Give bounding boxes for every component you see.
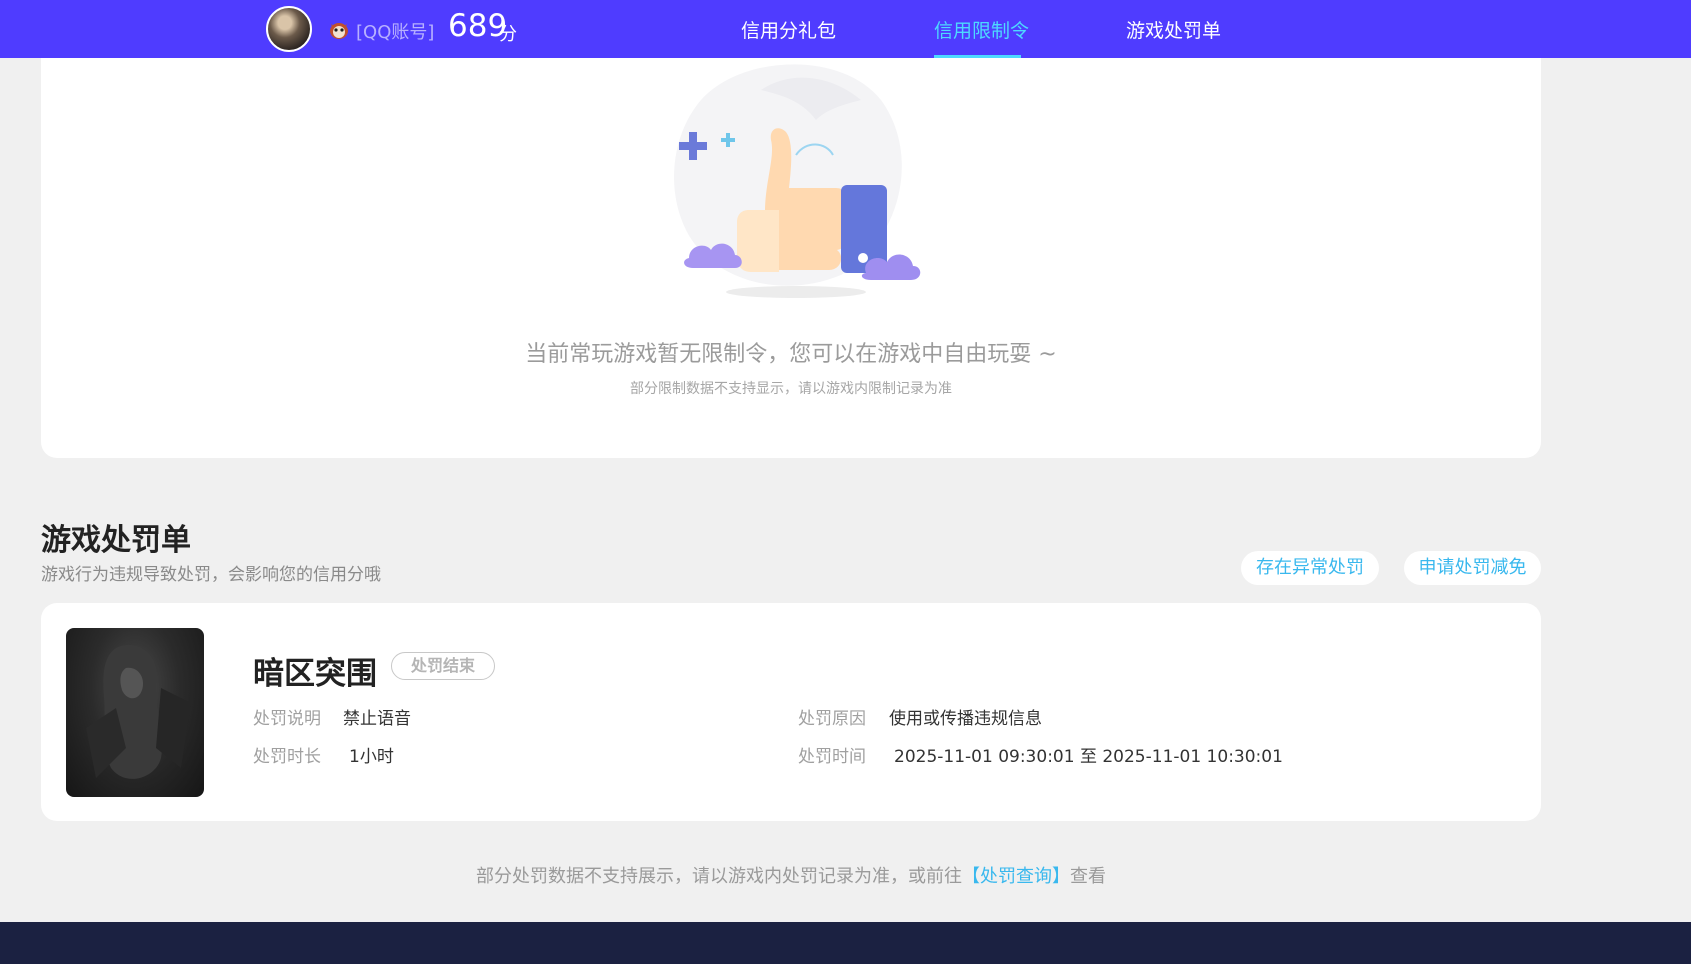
- penguin-icon: [330, 23, 348, 39]
- penalty-reason-label: 处罚原因: [798, 709, 866, 729]
- penalty-desc-label: 处罚说明: [253, 709, 321, 729]
- penalty-reason-value: 使用或传播违规信息: [889, 709, 1042, 729]
- penalty-desc-value: 禁止语音: [343, 709, 411, 729]
- thumbs-up-illustration: [674, 64, 921, 298]
- penalty-status-badge: 处罚结束: [391, 652, 495, 680]
- report-abnormal-penalty-button[interactable]: 存在异常处罚: [1241, 551, 1379, 585]
- penalty-duration-value: 1小时: [349, 747, 394, 767]
- penalty-time-value: 2025-11-01 09:30:01 至 2025-11-01 10:30:0…: [894, 747, 1283, 767]
- game-thumbnail: [66, 628, 204, 797]
- page-footer: [0, 922, 1691, 964]
- user-avatar[interactable]: [266, 6, 312, 52]
- penalty-duration-label: 处罚时长: [253, 747, 321, 767]
- account-type-label: [QQ账号]: [356, 22, 435, 43]
- no-restriction-message: 当前常玩游戏暂无限制令，您可以在游戏中自由玩耍 ~: [525, 342, 1057, 367]
- game-cover-art: [86, 644, 191, 779]
- penalty-section-subtitle: 游戏行为违规导致处罚，会影响您的信用分哦: [41, 565, 381, 585]
- credit-score-unit: 分: [499, 24, 517, 45]
- penalty-time-label: 处罚时间: [798, 747, 866, 767]
- game-name: 暗区突围: [253, 656, 377, 692]
- penalty-note-prefix: 部分处罚数据不支持展示，请以游戏内处罚记录为准，或前往: [476, 866, 962, 887]
- apply-penalty-reduction-button[interactable]: 申请处罚减免: [1404, 551, 1541, 585]
- tab-credit-restriction[interactable]: 信用限制令: [934, 16, 1029, 43]
- penalty-query-link[interactable]: 【处罚查询】: [962, 866, 1070, 887]
- active-tab-indicator: [934, 55, 1021, 58]
- penalty-section-title: 游戏处罚单: [41, 523, 191, 558]
- tab-credit-gift[interactable]: 信用分礼包: [741, 16, 836, 43]
- tab-game-penalty[interactable]: 游戏处罚单: [1126, 16, 1221, 43]
- penalty-note-suffix: 查看: [1070, 866, 1106, 887]
- restriction-disclaimer: 部分限制数据不支持显示，请以游戏内限制记录为准: [630, 381, 952, 397]
- penalty-query-note: 部分处罚数据不支持展示，请以游戏内处罚记录为准，或前往【处罚查询】查看: [0, 862, 1582, 888]
- top-nav-bar: [QQ账号] 689 分 信用分礼包 信用限制令 游戏处罚单: [0, 0, 1691, 58]
